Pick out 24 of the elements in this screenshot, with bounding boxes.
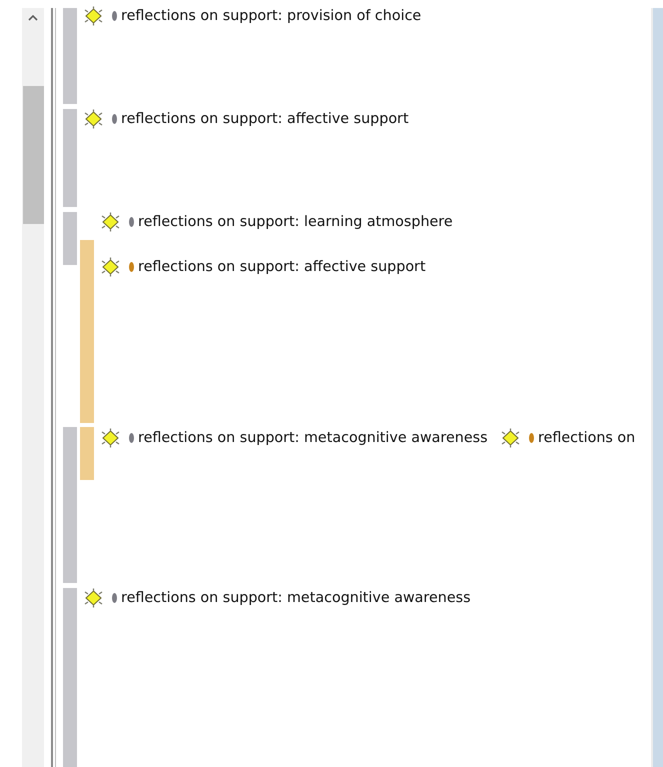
coding-stripe[interactable] xyxy=(63,8,77,104)
scroll-up-icon[interactable] xyxy=(28,15,38,21)
coding-stripe[interactable] xyxy=(63,212,77,265)
code-icon xyxy=(100,428,121,448)
code-label[interactable]: reflections on xyxy=(538,430,636,446)
code-icon xyxy=(100,212,121,232)
code-icon xyxy=(83,588,104,608)
code-label[interactable]: reflections on support: metacognitive awareness xyxy=(138,430,488,446)
code-icon xyxy=(500,428,521,448)
coding-stripe[interactable] xyxy=(63,427,77,583)
coding-stripe[interactable] xyxy=(80,427,94,480)
coding-stripe[interactable] xyxy=(63,109,77,207)
code-label[interactable]: reflections on support: affective support xyxy=(121,111,409,127)
code-label[interactable]: reflections on support: learning atmosphere xyxy=(138,214,453,230)
coding-stripe[interactable] xyxy=(63,588,77,767)
code-label[interactable]: reflections on support: metacognitive awareness xyxy=(121,590,471,606)
code-icon xyxy=(83,109,104,129)
code-label[interactable]: reflections on support: affective support xyxy=(138,259,426,275)
scroll-thumb[interactable] xyxy=(23,86,44,224)
code-icon xyxy=(100,257,121,277)
scrollbar[interactable] xyxy=(22,8,44,767)
coding-stripe[interactable] xyxy=(80,240,94,423)
code-icon xyxy=(83,6,104,26)
code-label[interactable]: reflections on support: provision of choice xyxy=(121,8,422,24)
